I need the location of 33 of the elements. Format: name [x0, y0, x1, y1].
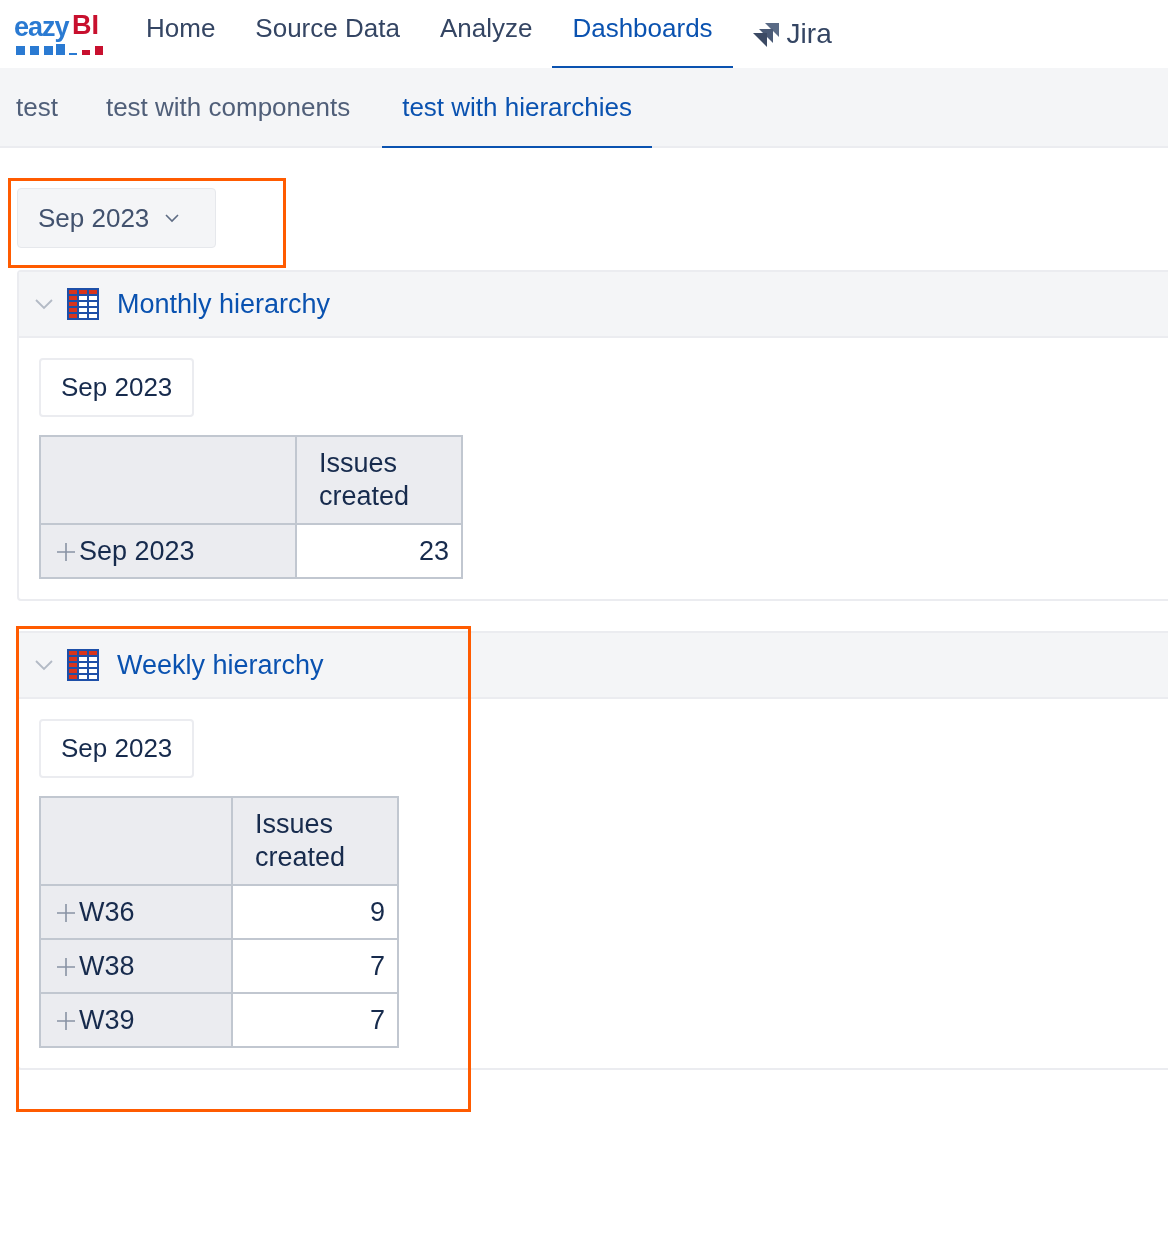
report-filter[interactable]: Sep 2023	[39, 358, 195, 417]
nav-link[interactable]: Home	[126, 0, 236, 68]
nav-link[interactable]: Analyze	[419, 0, 553, 68]
report-title-link[interactable]: Monthly hierarchy	[117, 288, 331, 320]
report-title-link[interactable]: Weekly hierarchy	[117, 649, 324, 681]
table-cell: 7	[232, 939, 398, 993]
expand-plus-icon[interactable]	[57, 903, 75, 922]
row-label: W38	[79, 950, 135, 981]
table-header-cell: Issues created	[232, 797, 398, 885]
table-cell: 7	[232, 993, 398, 1047]
expand-plus-icon[interactable]	[57, 542, 75, 561]
row-label: W36	[79, 896, 135, 927]
expand-plus-icon[interactable]	[57, 1011, 75, 1030]
dashboard-tab[interactable]: test	[0, 68, 80, 148]
nav-link[interactable]: Source Data	[235, 0, 420, 68]
chevron-down-icon[interactable]	[35, 298, 53, 310]
jira-logo-icon	[752, 20, 781, 48]
table-cell: 23	[296, 524, 462, 578]
table-icon	[67, 649, 99, 681]
dashboard-tab[interactable]: test with components	[89, 68, 373, 148]
table-header-cell: Issues created	[296, 436, 462, 524]
table-icon	[67, 288, 99, 320]
jira-link[interactable]: Jira	[786, 18, 832, 50]
page-filter-dropdown[interactable]: Sep 2023	[17, 188, 216, 248]
dashboard-tab[interactable]: test with hierarchies	[382, 68, 652, 148]
report-filter[interactable]: Sep 2023	[39, 719, 195, 778]
table-cell: 9	[232, 885, 398, 939]
row-label: Sep 2023	[79, 535, 195, 566]
eazybi-logo[interactable]: eazyBI	[14, 10, 106, 58]
expand-plus-icon[interactable]	[57, 957, 75, 976]
chevron-down-icon	[165, 213, 180, 223]
chevron-down-icon[interactable]	[35, 659, 53, 671]
row-label: W39	[79, 1004, 135, 1035]
